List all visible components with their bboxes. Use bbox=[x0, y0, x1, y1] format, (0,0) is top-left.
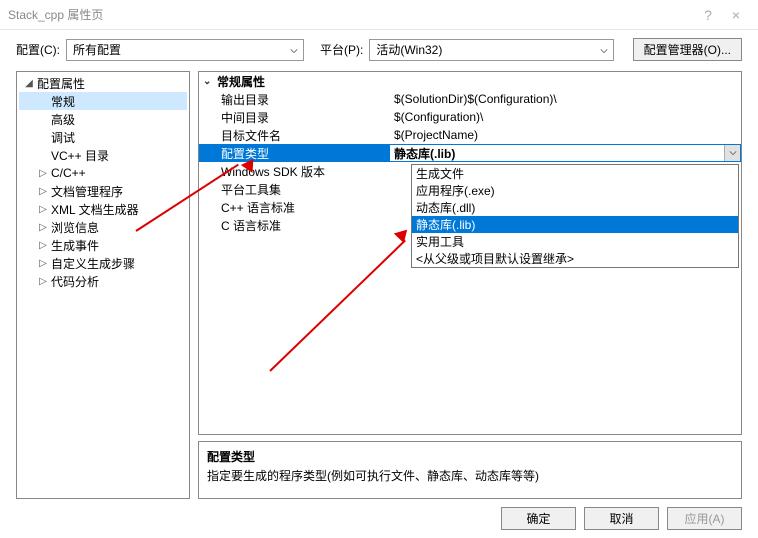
config-dropdown[interactable]: 所有配置 bbox=[66, 39, 304, 61]
property-row[interactable]: 输出目录$(SolutionDir)$(Configuration)\ bbox=[199, 90, 741, 108]
property-name: C++ 语言标准 bbox=[199, 198, 389, 216]
chevron-down-icon bbox=[600, 47, 608, 55]
tree-item-label: 自定义生成步骤 bbox=[51, 255, 135, 272]
tree-item[interactable]: ▷生成事件 bbox=[19, 236, 187, 254]
chevron-down-icon bbox=[290, 47, 298, 55]
property-grid: ⌄ 常规属性 输出目录$(SolutionDir)$(Configuration… bbox=[198, 71, 742, 435]
dropdown-item[interactable]: 生成文件 bbox=[412, 165, 738, 182]
tree-item-label: 调试 bbox=[51, 129, 75, 146]
help-button[interactable]: ? bbox=[694, 7, 722, 23]
property-name: 配置类型 bbox=[199, 144, 389, 162]
dropdown-item[interactable]: 实用工具 bbox=[412, 233, 738, 250]
spacer bbox=[37, 95, 49, 107]
expand-icon: ▷ bbox=[37, 275, 49, 287]
tree-item[interactable]: ▷C/C++ bbox=[19, 164, 187, 182]
spacer bbox=[37, 131, 49, 143]
tree-item[interactable]: ▷浏览信息 bbox=[19, 218, 187, 236]
tree-item-label: 生成事件 bbox=[51, 237, 99, 254]
property-name: 中间目录 bbox=[199, 108, 389, 126]
config-type-dropdown: 生成文件应用程序(.exe)动态库(.dll)静态库(.lib)实用工具<从父级… bbox=[411, 164, 739, 268]
tree-item-label: XML 文档生成器 bbox=[51, 201, 139, 218]
property-row[interactable]: 配置类型静态库(.lib) bbox=[199, 144, 741, 162]
tree-item-label: 代码分析 bbox=[51, 273, 99, 290]
tree-item-label: VC++ 目录 bbox=[51, 147, 109, 164]
dropdown-item[interactable]: <从父级或项目默认设置继承> bbox=[412, 250, 738, 267]
tree-item[interactable]: VC++ 目录 bbox=[19, 146, 187, 164]
tree-item[interactable]: 常规 bbox=[19, 92, 187, 110]
close-button[interactable]: × bbox=[722, 7, 750, 23]
expand-icon: ▷ bbox=[37, 185, 49, 197]
apply-button[interactable]: 应用(A) bbox=[667, 507, 742, 530]
tree-item-label: 高级 bbox=[51, 111, 75, 128]
expand-icon: ▷ bbox=[37, 221, 49, 233]
property-name: 输出目录 bbox=[199, 90, 389, 108]
dropdown-button[interactable] bbox=[724, 145, 740, 161]
spacer bbox=[37, 149, 49, 161]
chevron-down-icon: ⌄ bbox=[203, 76, 217, 87]
config-manager-button[interactable]: 配置管理器(O)... bbox=[633, 38, 742, 61]
tree-item[interactable]: 高级 bbox=[19, 110, 187, 128]
config-value: 所有配置 bbox=[73, 41, 121, 58]
property-value[interactable]: 静态库(.lib) bbox=[389, 144, 741, 162]
property-row[interactable]: 中间目录$(Configuration)\ bbox=[199, 108, 741, 126]
tree-item-label: 文档管理程序 bbox=[51, 183, 123, 200]
window-title: Stack_cpp 属性页 bbox=[8, 6, 694, 23]
property-value[interactable]: $(Configuration)\ bbox=[389, 108, 741, 126]
platform-value: 活动(Win32) bbox=[376, 41, 442, 58]
platform-dropdown[interactable]: 活动(Win32) bbox=[369, 39, 614, 61]
ok-button[interactable]: 确定 bbox=[501, 507, 576, 530]
tree-panel: ◢ 配置属性 常规高级调试VC++ 目录▷C/C++▷文档管理程序▷XML 文档… bbox=[16, 71, 190, 499]
chevron-down-icon bbox=[729, 149, 737, 157]
description-panel: 配置类型 指定要生成的程序类型(例如可执行文件、静态库、动态库等等) bbox=[198, 441, 742, 499]
description-text: 指定要生成的程序类型(例如可执行文件、静态库、动态库等等) bbox=[207, 467, 733, 484]
dropdown-item[interactable]: 动态库(.dll) bbox=[412, 199, 738, 216]
tree-item[interactable]: ▷自定义生成步骤 bbox=[19, 254, 187, 272]
expand-icon: ▷ bbox=[37, 203, 49, 215]
tree-item[interactable]: ▷代码分析 bbox=[19, 272, 187, 290]
property-value[interactable]: $(ProjectName) bbox=[389, 126, 741, 144]
property-name: 目标文件名 bbox=[199, 126, 389, 144]
expand-icon: ▷ bbox=[37, 257, 49, 269]
titlebar: Stack_cpp 属性页 ? × bbox=[0, 0, 758, 30]
tree-item-label: C/C++ bbox=[51, 166, 86, 180]
expand-icon: ▷ bbox=[37, 239, 49, 251]
property-value[interactable]: $(SolutionDir)$(Configuration)\ bbox=[389, 90, 741, 108]
config-bar: 配置(C): 所有配置 平台(P): 活动(Win32) 配置管理器(O)... bbox=[0, 30, 758, 71]
platform-label: 平台(P): bbox=[320, 41, 363, 58]
tree-item-label: 浏览信息 bbox=[51, 219, 99, 236]
tree-root[interactable]: ◢ 配置属性 bbox=[19, 74, 187, 92]
cancel-button[interactable]: 取消 bbox=[584, 507, 659, 530]
property-name: C 语言标准 bbox=[199, 216, 389, 234]
button-bar: 确定 取消 应用(A) bbox=[0, 499, 758, 538]
property-name: 平台工具集 bbox=[199, 180, 389, 198]
tree-item[interactable]: 调试 bbox=[19, 128, 187, 146]
description-title: 配置类型 bbox=[207, 448, 733, 465]
property-row[interactable]: 目标文件名$(ProjectName) bbox=[199, 126, 741, 144]
tree-item[interactable]: ▷文档管理程序 bbox=[19, 182, 187, 200]
dropdown-item[interactable]: 静态库(.lib) bbox=[412, 216, 738, 233]
expand-icon: ▷ bbox=[37, 167, 49, 179]
dropdown-item[interactable]: 应用程序(.exe) bbox=[412, 182, 738, 199]
config-label: 配置(C): bbox=[16, 41, 60, 58]
group-header[interactable]: ⌄ 常规属性 bbox=[199, 72, 741, 90]
spacer bbox=[37, 113, 49, 125]
collapse-icon: ◢ bbox=[23, 77, 35, 89]
tree-item-label: 常规 bbox=[51, 93, 75, 110]
